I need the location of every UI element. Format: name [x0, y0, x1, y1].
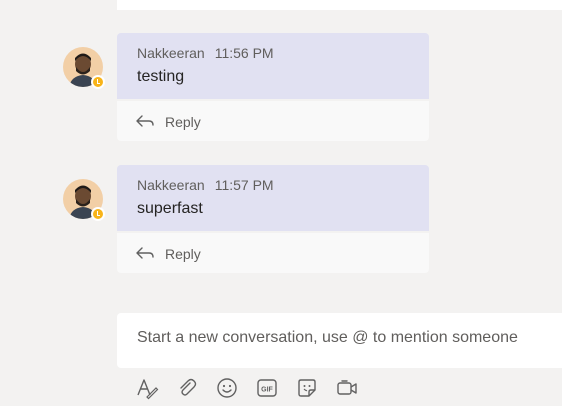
- message-card[interactable]: Nakkeeran 11:57 PM superfast: [117, 165, 429, 231]
- sticker-button[interactable]: [295, 376, 319, 400]
- attach-button[interactable]: [175, 376, 199, 400]
- compose-box[interactable]: [117, 313, 562, 368]
- message-text: superfast: [137, 200, 203, 217]
- previous-message-card: [117, 0, 562, 10]
- reply-button[interactable]: Reply: [117, 233, 429, 273]
- reply-label: Reply: [165, 246, 201, 262]
- message-time: 11:57 PM: [214, 177, 274, 193]
- reply-icon: [136, 247, 154, 259]
- message-time: 11:56 PM: [214, 45, 274, 61]
- format-icon: [137, 379, 159, 400]
- message-text: testing: [137, 68, 185, 85]
- presence-away-badge: [91, 207, 105, 221]
- meet-now-icon: [337, 380, 357, 395]
- reply-label: Reply: [165, 114, 201, 130]
- message-author[interactable]: Nakkeeran: [137, 45, 205, 61]
- format-button[interactable]: [135, 376, 159, 400]
- gif-button[interactable]: GIF: [255, 376, 279, 400]
- gif-icon: GIF: [257, 379, 277, 397]
- emoji-icon: [217, 378, 237, 398]
- compose-input[interactable]: [137, 329, 557, 347]
- reply-button[interactable]: Reply: [117, 101, 429, 141]
- meet-now-button[interactable]: [335, 376, 359, 400]
- message-card[interactable]: Nakkeeran 11:56 PM testing: [117, 33, 429, 99]
- presence-away-badge: [91, 75, 105, 89]
- reply-icon: [136, 115, 154, 127]
- message-author[interactable]: Nakkeeran: [137, 177, 205, 193]
- gif-label: GIF: [261, 387, 273, 394]
- attach-icon: [180, 378, 197, 396]
- sticker-icon: [298, 379, 316, 397]
- emoji-button[interactable]: [215, 376, 239, 400]
